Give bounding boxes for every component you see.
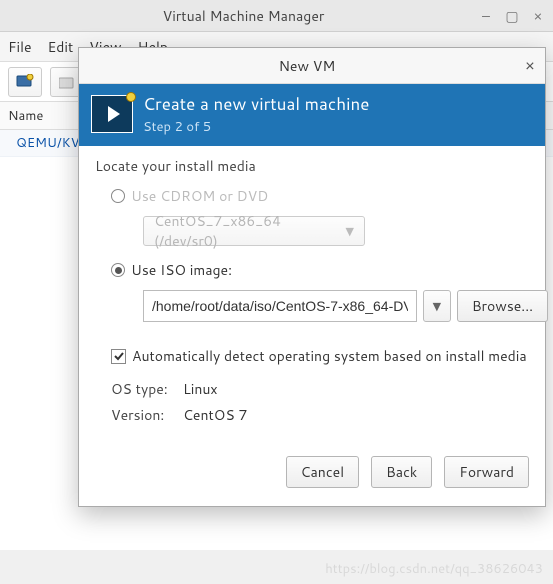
chevron-down-icon: ▼	[433, 298, 441, 314]
iso-history-dropdown[interactable]: ▼	[423, 290, 451, 322]
locate-media-label: Locate your install media	[95, 156, 529, 176]
os-type-row: OS type: Linux	[111, 376, 529, 402]
main-titlebar: Virtual Machine Manager – ▢ ×	[0, 0, 553, 32]
dialog-header: Create a new virtual machine Step 2 of 5	[79, 84, 545, 146]
new-vm-dialog: New VM × Create a new virtual machine St…	[78, 47, 546, 507]
dialog-titlebar: New VM ×	[79, 48, 545, 84]
new-vm-button[interactable]	[8, 67, 42, 97]
autodetect-row[interactable]: Automatically detect operating system ba…	[111, 346, 529, 366]
radio-iso[interactable]	[111, 263, 125, 277]
forward-button[interactable]: Forward	[444, 456, 529, 488]
watermark: https://blog.csdn.net/qq_38626043	[325, 560, 543, 578]
option-iso-label: Use ISO image:	[131, 260, 232, 280]
window-title: Virtual Machine Manager	[8, 6, 479, 26]
option-cdrom-row[interactable]: Use CDROM or DVD	[95, 182, 529, 210]
dialog-step: Step 2 of 5	[143, 118, 369, 136]
menu-file[interactable]: File	[8, 37, 32, 57]
menu-edit[interactable]: Edit	[48, 37, 74, 57]
version-label: Version:	[111, 405, 175, 425]
cdrom-combo-value: CentOS_7_x86_64 (/dev/sr0)	[154, 211, 346, 251]
chevron-down-icon: ▼	[346, 223, 354, 239]
autodetect-checkbox[interactable]	[111, 349, 126, 364]
maximize-icon[interactable]: ▢	[505, 6, 519, 26]
autodetect-label: Automatically detect operating system ba…	[132, 346, 527, 366]
dialog-button-bar: Cancel Back Forward	[79, 442, 545, 506]
radio-cdrom[interactable]	[111, 189, 125, 203]
dialog-close-icon[interactable]: ×	[525, 54, 535, 77]
check-icon	[113, 350, 125, 362]
option-iso-row[interactable]: Use ISO image:	[95, 256, 529, 284]
monitor-icon	[16, 74, 34, 90]
cdrom-combo: CentOS_7_x86_64 (/dev/sr0) ▼	[143, 216, 365, 246]
os-type-value: Linux	[183, 379, 218, 399]
os-version-row: Version: CentOS 7	[111, 402, 529, 428]
os-type-label: OS type:	[111, 379, 175, 399]
minimize-icon[interactable]: –	[479, 6, 493, 26]
vm-header-icon	[91, 95, 133, 133]
back-button[interactable]: Back	[371, 456, 432, 488]
browse-button[interactable]: Browse...	[457, 290, 548, 322]
cancel-button[interactable]: Cancel	[286, 456, 360, 488]
option-cdrom-label: Use CDROM or DVD	[131, 186, 268, 206]
dialog-heading: Create a new virtual machine	[143, 92, 369, 116]
close-icon[interactable]: ×	[531, 6, 545, 26]
folder-icon	[59, 75, 75, 89]
dialog-title: New VM	[89, 56, 525, 76]
iso-path-input[interactable]	[143, 290, 417, 322]
dialog-body: Locate your install media Use CDROM or D…	[79, 146, 545, 442]
column-name[interactable]: Name	[8, 107, 43, 125]
version-value: CentOS 7	[183, 405, 247, 425]
